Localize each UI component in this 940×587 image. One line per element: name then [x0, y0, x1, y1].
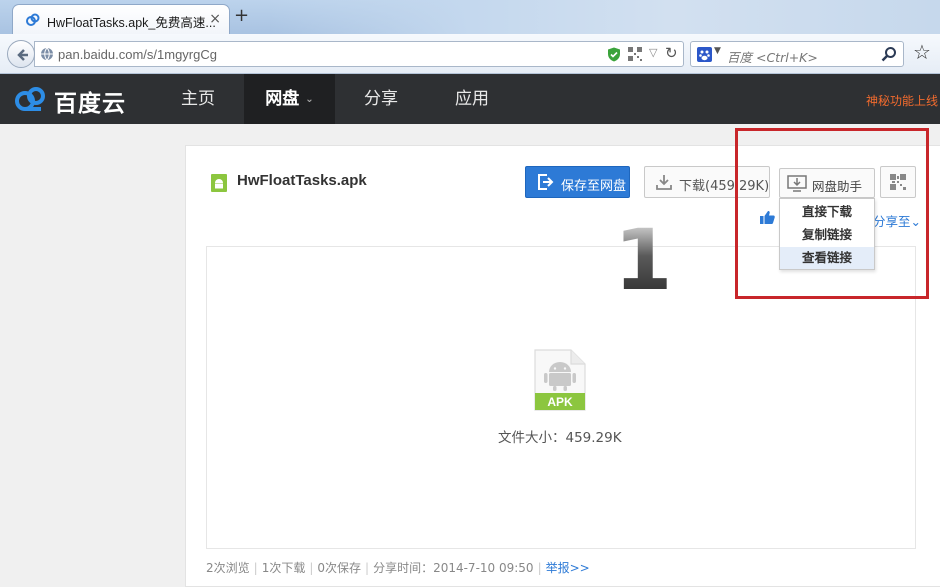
browser-tab[interactable]: HwFloatTasks.apk_免费高速... × — [12, 4, 230, 34]
search-bar[interactable]: ▼ 百度 <Ctrl+K> — [690, 41, 904, 67]
chevron-down-icon: ⌄ — [305, 94, 314, 105]
search-placeholder: 百度 <Ctrl+K> — [727, 50, 818, 65]
share-stats: 2次浏览 | 1次下载 | 0次保存 | 分享时间：2014-7-10 09:50 | 举报>> — [206, 561, 590, 575]
browser-tab-strip: HwFloatTasks.apk_免费高速... × + — [0, 0, 940, 34]
url-text: pan.baidu.com/s/1mgyrgCg — [58, 47, 217, 62]
step-number-annotation: 1 — [614, 211, 673, 309]
view-count: 2次浏览 — [206, 561, 250, 575]
save-count: 0次保存 — [317, 561, 362, 575]
nav-home[interactable]: 主页 — [152, 74, 244, 124]
report-link[interactable]: 举报>> — [546, 561, 590, 575]
new-tab-button[interactable]: + — [234, 5, 249, 26]
tab-strip-background — [270, 0, 940, 34]
share-time: 分享时间：2014-7-10 09:50 — [373, 561, 534, 575]
back-button[interactable] — [7, 40, 35, 68]
qr-code-icon[interactable] — [628, 47, 642, 61]
download-count: 1次下载 — [261, 561, 306, 575]
file-size: 文件大小：459.29K — [498, 430, 622, 446]
browser-navigation-bar: pan.baidu.com/s/1mgyrgCg ▽ ↻ ▼ 百度 <Ctrl+… — [0, 34, 940, 74]
save-icon — [538, 174, 554, 190]
nav-netdisk-label: 网盘 — [265, 89, 300, 109]
download-icon — [656, 175, 672, 190]
cloud-logo-icon — [15, 87, 45, 111]
apk-file-icon: APK — [534, 349, 586, 411]
nav-netdisk[interactable]: 网盘 ⌄ — [244, 74, 335, 124]
nav-share-label: 分享 — [364, 89, 398, 109]
globe-icon — [41, 47, 53, 61]
nav-apps[interactable]: 应用 — [427, 74, 517, 124]
apk-badge-text: APK — [547, 395, 573, 409]
nav-apps-label: 应用 — [455, 89, 489, 109]
bookmark-star-icon[interactable]: ☆ — [913, 42, 931, 62]
address-bar[interactable]: pan.baidu.com/s/1mgyrgCg ▽ ↻ — [34, 41, 684, 67]
security-shield-icon[interactable] — [607, 47, 621, 62]
android-file-icon — [211, 174, 227, 192]
logo-text: 百度云 — [54, 91, 126, 117]
reload-icon[interactable]: ↻ — [665, 44, 678, 62]
tab-close-icon[interactable]: × — [209, 11, 221, 27]
search-engine-dropdown-icon[interactable]: ▼ — [714, 46, 721, 56]
baidu-cloud-favicon-icon — [26, 13, 40, 26]
tab-title: HwFloatTasks.apk_免费高速... — [47, 16, 216, 30]
nav-home-label: 主页 — [181, 89, 215, 109]
save-to-netdisk-button[interactable]: 保存至网盘 — [525, 166, 630, 198]
site-header: 百度云 主页 网盘 ⌄ 分享 应用 神秘功能上线 — [0, 74, 940, 124]
search-icon[interactable] — [881, 46, 897, 62]
baidu-paw-icon — [697, 47, 712, 62]
save-button-label: 保存至网盘 — [561, 179, 627, 194]
dropdown-icon[interactable]: ▽ — [649, 46, 657, 59]
nav-share[interactable]: 分享 — [335, 74, 427, 124]
highlight-annotation-box — [735, 128, 929, 299]
promo-link[interactable]: 神秘功能上线 — [866, 92, 938, 109]
back-arrow-icon — [17, 49, 28, 61]
file-name: HwFloatTasks.apk — [237, 172, 367, 189]
